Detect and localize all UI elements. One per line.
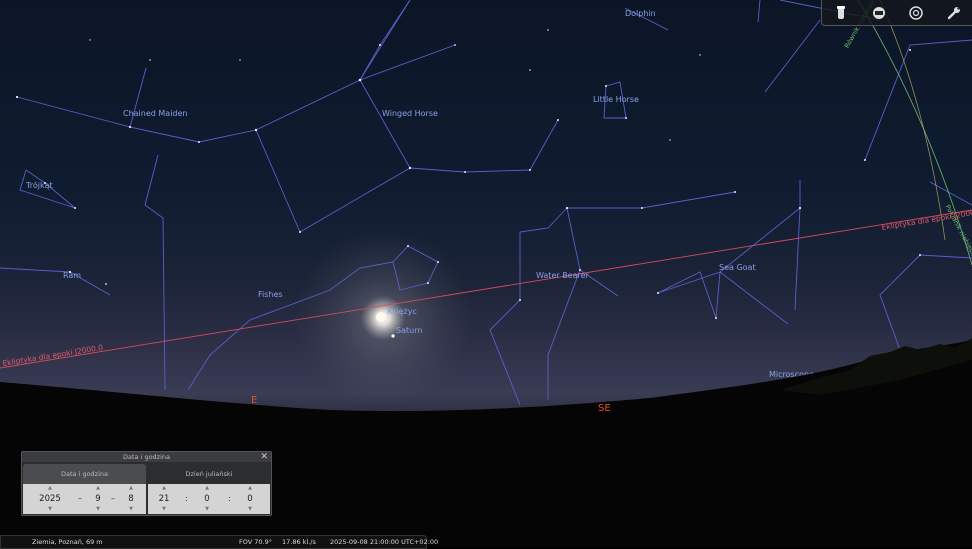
label-fishes: Fishes — [258, 290, 283, 299]
hour-spinner[interactable]: ▲ 21 ▼ — [153, 486, 175, 512]
label-chained-maiden: Chained Maiden — [123, 109, 188, 118]
hour-up-icon[interactable]: ▲ — [160, 486, 168, 491]
second-down-icon[interactable]: ▼ — [246, 507, 254, 512]
day-down-icon[interactable]: ▼ — [127, 507, 135, 512]
time-panel: ▲ 21 ▼ : ▲ 0 ▼ : ▲ 0 ▼ — [148, 484, 270, 514]
label-winged-horse: Winged Horse — [382, 109, 438, 118]
wrench-icon[interactable] — [941, 2, 967, 24]
cardinal-southeast: SE — [598, 403, 611, 414]
day-up-icon[interactable]: ▲ — [127, 486, 135, 491]
minute-down-icon[interactable]: ▼ — [203, 507, 211, 512]
second-up-icon[interactable]: ▲ — [246, 486, 254, 491]
label-water-bearer: Water Bearer — [536, 271, 590, 280]
tab-julian-day[interactable]: Dzień juliański — [148, 464, 270, 484]
minute-up-icon[interactable]: ▲ — [203, 486, 211, 491]
hour-down-icon[interactable]: ▼ — [160, 507, 168, 512]
label-little-horse: Little Horse — [593, 95, 639, 104]
status-fps: 17.86 kl./s — [282, 538, 316, 546]
day-value[interactable]: 8 — [128, 494, 133, 504]
month-spinner[interactable]: ▲ 9 ▼ — [87, 486, 109, 512]
status-fov: FOV 70.9° — [239, 538, 272, 546]
year-up-icon[interactable]: ▲ — [46, 486, 54, 491]
month-down-icon[interactable]: ▼ — [94, 507, 102, 512]
label-dolphin: Dolphin — [625, 9, 656, 18]
label-trojkat: Trójkąt — [25, 180, 53, 190]
date-panel: ▲ 2025 ▼ – ▲ 9 ▼ – ▲ 8 ▼ — [23, 484, 146, 514]
month-up-icon[interactable]: ▲ — [94, 486, 102, 491]
close-icon[interactable]: ✕ — [260, 452, 268, 462]
date-separator: – — [78, 494, 82, 503]
moon[interactable] — [376, 312, 386, 322]
dialog-title: Data i godzina — [22, 452, 271, 462]
label-ram: Ram — [63, 271, 81, 280]
year-value[interactable]: 2025 — [39, 494, 61, 504]
date-separator: – — [111, 494, 115, 503]
year-down-icon[interactable]: ▼ — [46, 507, 54, 512]
status-location[interactable]: Ziemia, Poznań, 69 m — [32, 536, 103, 548]
time-separator: : — [185, 494, 188, 503]
second-spinner[interactable]: ▲ 0 ▼ — [239, 486, 261, 512]
datetime-dialog: Data i godzina ✕ Data i godzina Dzień ju… — [21, 451, 272, 516]
hour-value[interactable]: 21 — [159, 494, 170, 504]
flashlight-icon[interactable] — [828, 2, 854, 24]
second-value[interactable]: 0 — [247, 494, 252, 504]
time-separator: : — [228, 494, 231, 503]
day-spinner[interactable]: ▲ 8 ▼ — [120, 486, 142, 512]
label-moon: Księżyc — [387, 307, 417, 316]
top-toolbar — [821, 0, 972, 26]
minute-spinner[interactable]: ▲ 0 ▼ — [196, 486, 218, 512]
minute-value[interactable]: 0 — [204, 494, 209, 504]
screen-icon[interactable] — [866, 2, 892, 24]
tab-date-time[interactable]: Data i godzina — [23, 464, 146, 484]
label-saturn: Saturn — [396, 326, 422, 335]
month-value[interactable]: 9 — [95, 494, 100, 504]
cardinal-east: E — [251, 395, 257, 406]
aperture-icon[interactable] — [903, 2, 929, 24]
label-sea-goat: Sea Goat — [719, 263, 756, 272]
status-datetime[interactable]: 2025-09-08 21:00:00 UTC+02:00 — [330, 536, 438, 548]
year-spinner[interactable]: ▲ 2025 ▼ — [39, 486, 61, 512]
saturn[interactable] — [391, 334, 395, 338]
